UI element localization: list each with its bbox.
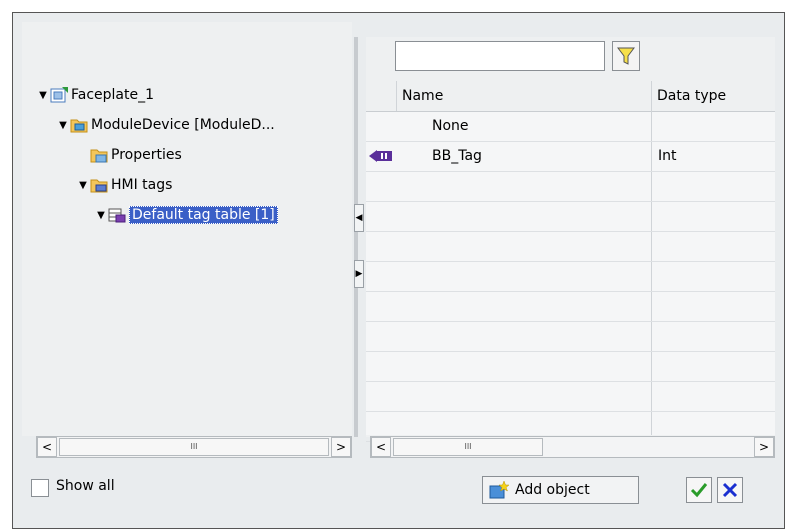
show-all-checkbox[interactable] [31,479,49,497]
tag-icon [369,150,392,162]
table-row[interactable]: None [366,111,775,142]
faceplate-icon [50,87,68,103]
cancel-button[interactable] [717,477,743,503]
expand-arrow-icon[interactable]: ▼ [76,180,90,191]
table-row [366,291,775,322]
hmi-tags-folder-icon [90,179,108,193]
add-object-button[interactable]: Add object [482,476,639,504]
table-horizontal-scrollbar[interactable]: < III > [370,436,775,458]
search-input[interactable] [395,41,605,71]
tag-table-icon [108,208,126,223]
tree-pane: ▼ Faceplate_1 ▼ ModuleDevice [ModuleD...… [22,22,352,436]
expand-arrow-icon[interactable]: ▼ [56,120,70,131]
tree-item-label: HMI tags [111,177,173,193]
tree-item-moduledevice[interactable]: ▼ ModuleDevice [ModuleD... [56,114,275,136]
device-folder-icon [70,119,88,133]
object-table: Name Data type None BB_Tag Int [366,81,775,442]
scroll-right-button[interactable]: > [331,437,351,457]
checkmark-icon [690,483,708,498]
scroll-left-button[interactable]: < [371,437,391,457]
tree-item-faceplate[interactable]: ▼ Faceplate_1 [36,84,154,106]
show-all-label: Show all [56,478,115,494]
pane-splitter[interactable] [354,37,358,437]
tree-item-label: Default tag table [1] [129,206,278,224]
tree-item-hmi-tags[interactable]: ▼ HMI tags [76,174,172,196]
table-row [366,201,775,232]
table-header: Name Data type [366,81,775,112]
scroll-left-button[interactable]: < [37,437,57,457]
scroll-thumb[interactable]: III [59,438,329,456]
row-name: None [432,118,469,134]
table-row [366,171,775,202]
close-icon [722,482,738,498]
ok-button[interactable] [686,477,712,503]
row-name: BB_Tag [432,148,482,164]
column-header-data-type[interactable]: Data type [651,81,775,111]
add-object-icon [489,481,509,499]
filter-button[interactable] [612,41,640,71]
add-object-label: Add object [515,482,590,498]
scroll-right-button[interactable]: > [754,437,774,457]
scroll-thumb[interactable]: III [393,438,543,456]
table-row [366,261,775,292]
tree-item-properties[interactable]: Properties [90,144,182,166]
expand-arrow-icon[interactable]: ▼ [36,90,50,101]
table-row [366,321,775,352]
tree-item-label: ModuleDevice [ModuleD... [91,117,275,133]
collapse-left-button[interactable]: ◀ [354,204,364,232]
table-row [366,231,775,262]
expand-right-button[interactable]: ▶ [354,260,364,288]
filter-funnel-icon [617,47,635,65]
table-row [366,381,775,412]
tree-item-label: Faceplate_1 [71,87,155,103]
properties-folder-icon [90,149,108,163]
row-type: Int [658,148,677,164]
tree-horizontal-scrollbar[interactable]: < III > [36,436,352,458]
tree-item-default-tag-table[interactable]: ▼ Default tag table [1] [94,204,278,226]
column-divider [396,81,397,111]
tree-item-label: Properties [111,147,182,163]
table-row[interactable]: BB_Tag Int [366,141,775,172]
expand-arrow-icon[interactable]: ▼ [94,210,108,221]
column-header-name[interactable]: Name [396,81,651,111]
table-row [366,351,775,382]
